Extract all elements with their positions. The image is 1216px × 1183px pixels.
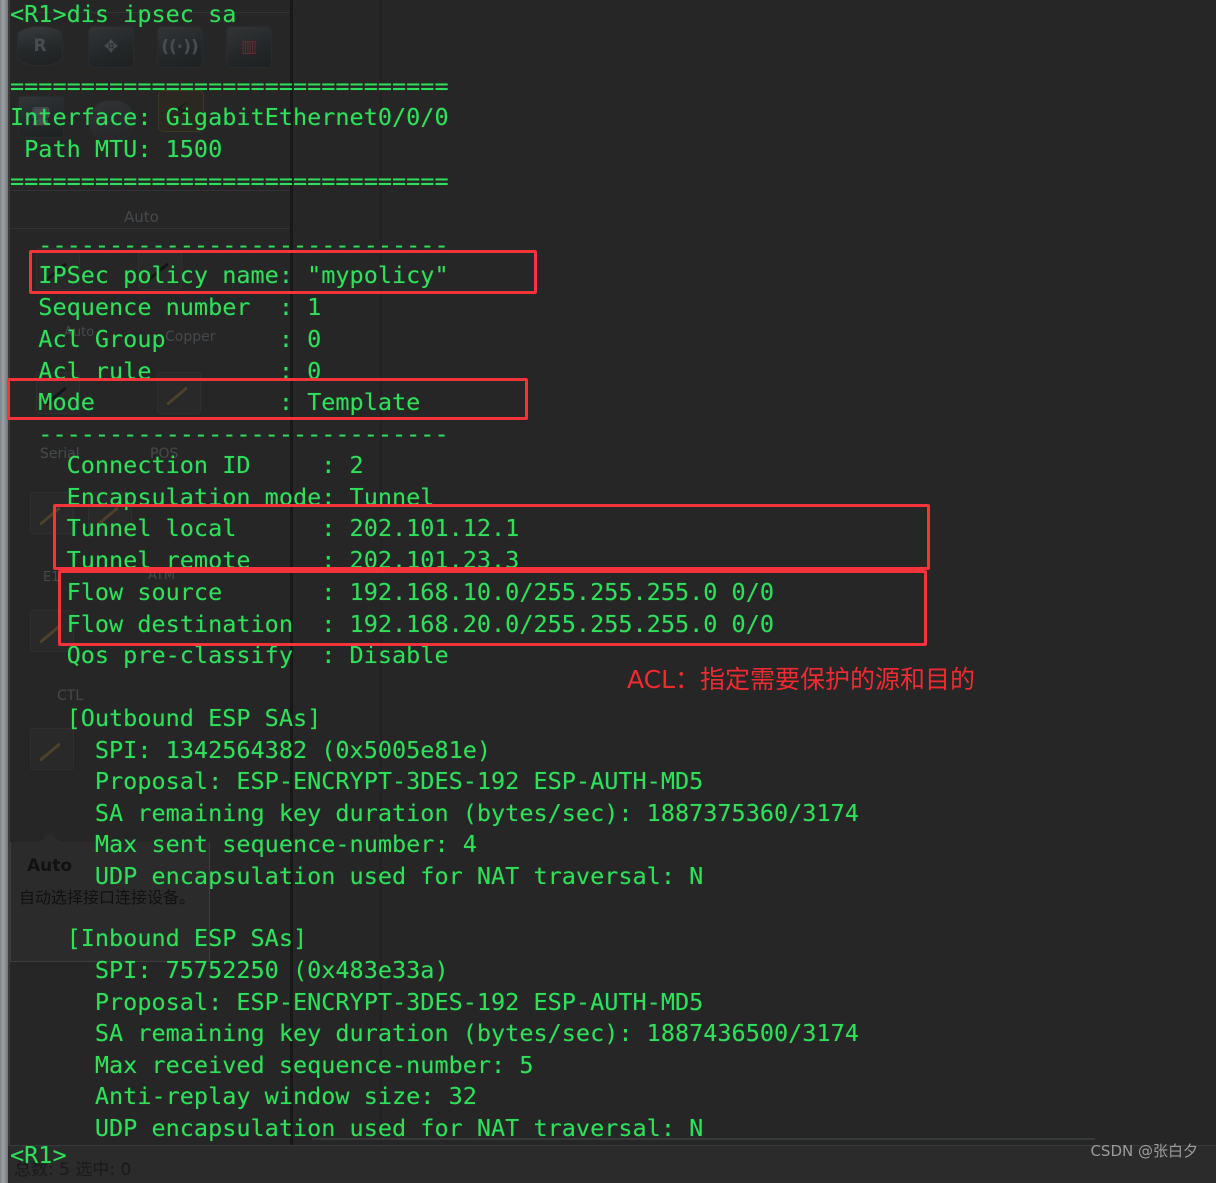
panel-left-edge xyxy=(8,0,10,1145)
cloud-icon[interactable] xyxy=(89,100,135,142)
panel-separator xyxy=(10,190,290,191)
switch-icon[interactable]: ✥ xyxy=(88,26,134,68)
bg-label-serial: Serial xyxy=(40,446,80,462)
tooltip-body: 自动选择接口连接设备。 xyxy=(19,888,196,907)
status-bar: 总数: 5 选中: 0 xyxy=(0,1145,1216,1183)
tooltip-title: Auto xyxy=(27,856,73,876)
tooltip-arrow xyxy=(39,833,61,843)
panel-separator xyxy=(10,12,290,13)
firewall-icon[interactable]: ▥ xyxy=(226,26,272,68)
left-scrollbar[interactable] xyxy=(0,0,8,1183)
bg-label-auto-2: Auto xyxy=(64,325,95,340)
highlight-box-ipsec-policy-name xyxy=(29,250,537,294)
tooltip-auto: Auto 自动选择接口连接设备。 xyxy=(10,833,210,962)
wireless-ap-icon[interactable]: ((⋅)) xyxy=(157,26,203,68)
bg-label-auto: Auto xyxy=(124,208,159,226)
panel-separator xyxy=(10,228,290,229)
pc-icon[interactable]: 🖥 xyxy=(18,96,64,138)
router-icon[interactable]: R xyxy=(17,26,63,66)
csdn-watermark: CSDN @张白夕 xyxy=(1090,1142,1198,1160)
highlight-box-mode-template xyxy=(7,378,528,420)
highlight-box-tunnel-endpoints xyxy=(53,504,930,570)
cable-cell-ctl[interactable] xyxy=(30,728,74,770)
bg-label-pos: POS xyxy=(150,446,179,462)
bg-label-copper: Copper xyxy=(165,329,216,345)
status-bar-count: 总数: 5 选中: 0 xyxy=(14,1160,132,1180)
highlight-box-flow-source-dest xyxy=(58,570,927,646)
annotation-acl-note: ACL：指定需要保护的源和目的 xyxy=(627,665,976,694)
lightning-icon[interactable]: ⚡ xyxy=(158,90,204,132)
bg-label-ctl: CTL xyxy=(57,688,84,704)
